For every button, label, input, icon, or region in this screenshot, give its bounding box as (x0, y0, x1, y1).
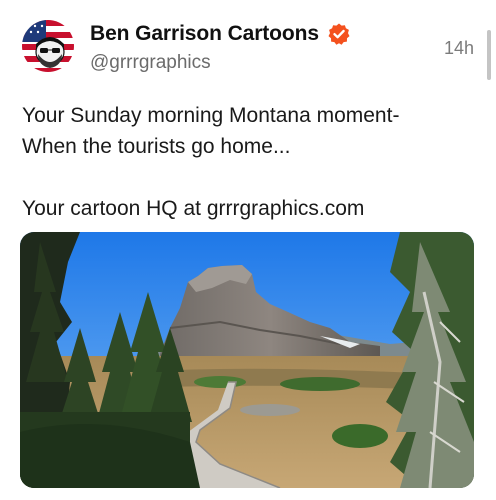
post-text-line: When the tourists go home... (22, 135, 291, 158)
author-handle[interactable]: @grrrgraphics (90, 52, 211, 74)
post-text: Your Sunday morning Montana moment- When… (22, 100, 472, 224)
scrollbar[interactable] (487, 30, 491, 80)
author-row: Ben Garrison Cartoons (90, 22, 351, 46)
post-image[interactable] (20, 232, 474, 488)
post-text-line: Your cartoon HQ at grrrgraphics.com (22, 197, 365, 220)
avatar[interactable] (22, 20, 74, 72)
post-text-line: Your Sunday morning Montana moment- (22, 104, 400, 127)
verified-badge-icon (327, 22, 351, 46)
post-card: Ben Garrison Cartoons @grrrgraphics 14h … (0, 0, 496, 500)
author-name[interactable]: Ben Garrison Cartoons (90, 22, 319, 46)
post-timestamp[interactable]: 14h (444, 38, 474, 59)
